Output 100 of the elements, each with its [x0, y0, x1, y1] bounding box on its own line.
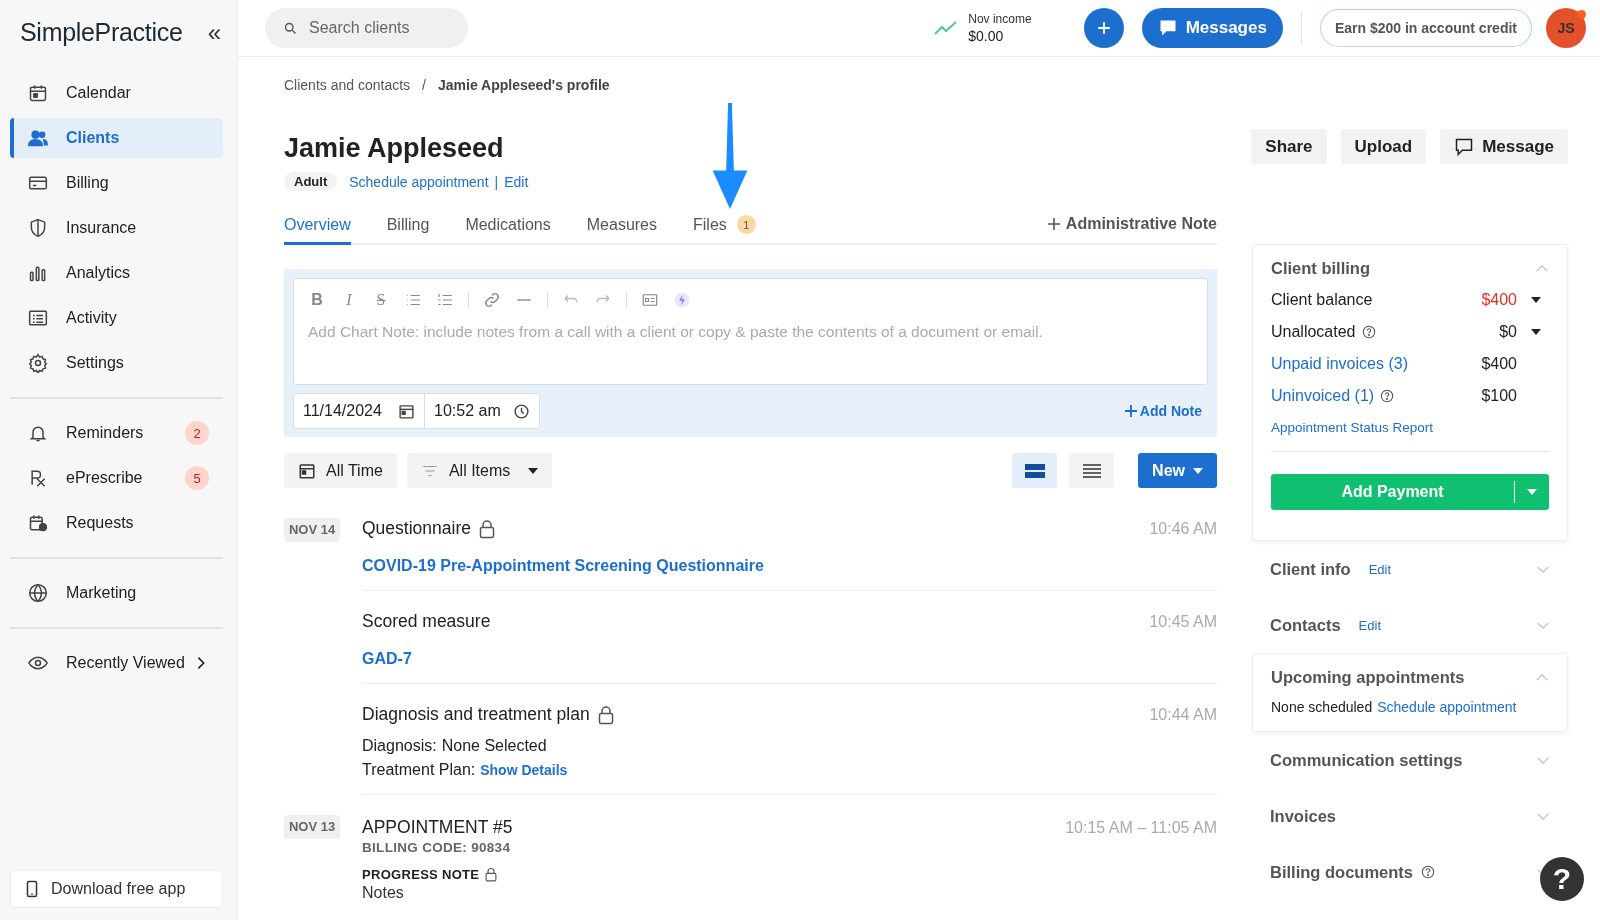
nav-item[interactable]: Analytics: [10, 253, 223, 293]
nav-item[interactable]: Billing: [10, 163, 223, 203]
rx-icon: [28, 468, 48, 488]
download-app-button[interactable]: Download free app: [10, 870, 223, 908]
collapse-button[interactable]: «: [203, 18, 225, 47]
entry-title: Scored measure: [362, 611, 491, 632]
entry-time: 10:15 AM – 11:05 AM: [1065, 818, 1217, 837]
field-value: None Selected: [441, 737, 547, 755]
logo[interactable]: SimplePractice: [20, 18, 204, 47]
balance-label: Client balance: [1271, 291, 1373, 309]
income-value: $0.00: [968, 28, 1005, 44]
show-details-link[interactable]: Show Details: [480, 762, 568, 778]
nav-item[interactable]: Calendar: [10, 73, 223, 113]
chat-bubble-icon: [1454, 136, 1475, 157]
tab[interactable]: Medications: [465, 215, 551, 245]
chevron-up-icon[interactable]: [1535, 673, 1549, 682]
amount: $100: [1481, 387, 1517, 405]
list-icon: [28, 308, 48, 328]
section-title[interactable]: Client billing: [1271, 259, 1370, 278]
chevron-down-icon[interactable]: [1536, 755, 1550, 765]
shield-icon: [28, 218, 48, 238]
list-view-icon: [1081, 462, 1102, 479]
item-filter-button[interactable]: All Items: [406, 453, 553, 488]
invoice-link[interactable]: Uninvoiced (1): [1271, 387, 1375, 405]
nav-item[interactable]: Requests: [10, 503, 223, 543]
section-title[interactable]: Billing documents: [1270, 862, 1413, 882]
nav-item[interactable]: Activity: [10, 298, 223, 338]
section-title[interactable]: Invoices: [1270, 806, 1337, 826]
tab[interactable]: Measures: [586, 215, 657, 245]
section-title[interactable]: Upcoming appointments: [1271, 668, 1465, 687]
lightning-icon[interactable]: [673, 291, 691, 309]
italic-button[interactable]: I: [340, 291, 358, 309]
note-label: PROGRESS NOTE: [362, 867, 480, 882]
schedule-link[interactable]: Schedule appointment: [1377, 699, 1517, 715]
dropdown-caret-icon[interactable]: [1531, 329, 1541, 335]
credit-button[interactable]: Earn $200 in account credit: [1319, 9, 1532, 47]
messages-button[interactable]: Messages: [1141, 8, 1283, 48]
tab[interactable]: Files 1: [693, 215, 756, 245]
chevron-down-icon[interactable]: [1536, 811, 1550, 821]
add-note-button[interactable]: Add Note: [1118, 402, 1208, 420]
tab[interactable]: Billing: [386, 215, 430, 245]
chevron-up-icon[interactable]: [1535, 264, 1549, 273]
calendar-icon: [298, 461, 316, 480]
link-icon[interactable]: [483, 291, 501, 309]
people-icon: [28, 128, 48, 148]
nav-item[interactable]: Insurance: [10, 208, 223, 248]
bold-button[interactable]: B: [308, 291, 326, 309]
edit-link[interactable]: Edit: [1358, 617, 1381, 633]
new-button[interactable]: New: [1138, 453, 1217, 488]
invoice-link[interactable]: Unpaid invoices (3): [1271, 355, 1408, 373]
empty-text: None scheduled: [1271, 699, 1373, 715]
report-link[interactable]: Appointment Status Report: [1271, 420, 1549, 435]
card-icon: [28, 173, 48, 193]
help-button[interactable]: ?: [1540, 857, 1584, 901]
calendar-plus-icon: [28, 513, 48, 533]
section-title[interactable]: Contacts: [1270, 615, 1341, 635]
date-filter-button[interactable]: All Time: [284, 453, 397, 488]
nav-item[interactable]: Settings: [10, 343, 223, 383]
entry-time: 10:44 AM: [1149, 705, 1217, 724]
schedule-link[interactable]: Schedule appointment: [349, 173, 489, 190]
nav-item[interactable]: Recently Viewed: [10, 643, 223, 683]
card-view-button[interactable]: [1012, 453, 1058, 488]
entry-link[interactable]: COVID-19 Pre-Appointment Screening Questionnaire: [362, 557, 1217, 575]
tab[interactable]: Overview: [284, 215, 351, 245]
nav-item[interactable]: Clients: [10, 118, 223, 158]
caret-icon: [1527, 489, 1537, 495]
section-title[interactable]: Client info: [1270, 559, 1351, 579]
dropdown-caret-icon[interactable]: [1531, 297, 1541, 303]
plus-icon: [1047, 218, 1060, 230]
action-button[interactable]: Upload: [1340, 129, 1427, 164]
section-title[interactable]: Communication settings: [1270, 750, 1463, 770]
id-card-icon[interactable]: [641, 291, 659, 309]
entry-time: 10:46 AM: [1149, 519, 1217, 538]
action-button[interactable]: Share: [1251, 129, 1327, 164]
chevron-down-icon[interactable]: [1536, 620, 1550, 630]
edit-link[interactable]: Edit: [1368, 561, 1392, 577]
administrative-note-button[interactable]: Administrative Note: [1047, 215, 1217, 243]
add-button[interactable]: [1083, 8, 1124, 48]
note-editor[interactable]: B I S Add Chart Note: include notes from a call with a client or copy & paste the contents of a document or email.: [293, 278, 1208, 385]
search-icon: [283, 21, 298, 36]
entry-link[interactable]: GAD-7: [362, 650, 1217, 668]
list-view-button[interactable]: [1069, 453, 1115, 488]
strikethrough-button[interactable]: S: [372, 291, 390, 309]
entry-title: Questionnaire: [362, 518, 471, 539]
count-badge: 5: [185, 466, 209, 490]
calendar-icon: [28, 83, 48, 103]
edit-link[interactable]: Edit: [504, 173, 529, 190]
breadcrumb-separator: /: [422, 77, 426, 93]
nav-item[interactable]: Reminders 2: [10, 413, 223, 453]
breadcrumb-link[interactable]: Clients and contacts: [284, 77, 411, 93]
bar-chart-icon: [28, 263, 48, 283]
search-field[interactable]: Search clients: [265, 8, 468, 48]
chevron-down-icon[interactable]: [1536, 564, 1550, 574]
entry-time: 10:45 AM: [1149, 612, 1217, 631]
nav-item[interactable]: ePrescribe 5: [10, 458, 223, 498]
nav-item[interactable]: Marketing: [10, 573, 223, 613]
caret-icon: [528, 467, 539, 474]
entry-title: Diagnosis and treatment plan: [362, 704, 590, 725]
income-label: Nov income: [968, 12, 1032, 26]
message-button[interactable]: Message: [1440, 129, 1568, 164]
